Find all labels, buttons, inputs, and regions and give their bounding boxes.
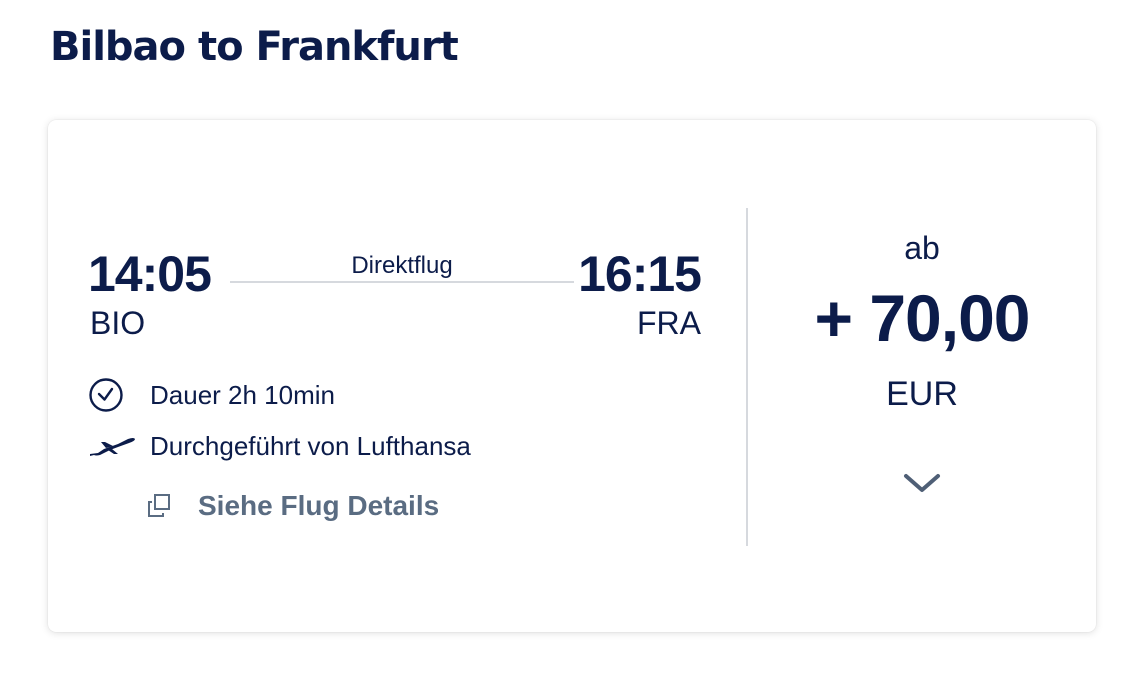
- page-title: Bilbao to Frankfurt: [50, 24, 459, 70]
- expand-button[interactable]: [900, 465, 944, 505]
- direct-flight-label: Direktflug: [351, 252, 453, 279]
- duration-row: Dauer 2h 10min: [88, 375, 335, 415]
- price-section: ab + 70,00 EUR: [748, 120, 1096, 632]
- price-prefix: ab: [904, 230, 940, 266]
- plane-icon: [88, 426, 138, 466]
- flight-details-link[interactable]: Siehe Flug Details: [146, 490, 439, 522]
- arrival-airport-code: FRA: [637, 305, 701, 341]
- price-value: + 70,00: [814, 281, 1030, 355]
- route-line: [230, 281, 574, 283]
- arrival-time: 16:15: [578, 246, 702, 302]
- price-currency: EUR: [886, 375, 958, 413]
- chevron-down-icon[interactable]: [902, 471, 942, 500]
- operator-row: Durchgeführt von Lufthansa: [88, 426, 471, 466]
- copy-icon: [146, 492, 174, 520]
- departure-airport-code: BIO: [90, 305, 146, 341]
- flight-card: 14:05 BIO Direktflug 16:15 FRA Dauer 2h …: [48, 120, 1096, 632]
- flight-details-label[interactable]: Siehe Flug Details: [198, 490, 439, 522]
- duration-text: Dauer 2h 10min: [150, 379, 335, 410]
- departure-time: 14:05: [88, 246, 212, 302]
- operator-text: Durchgeführt von Lufthansa: [150, 430, 471, 461]
- clock-icon: [88, 375, 138, 415]
